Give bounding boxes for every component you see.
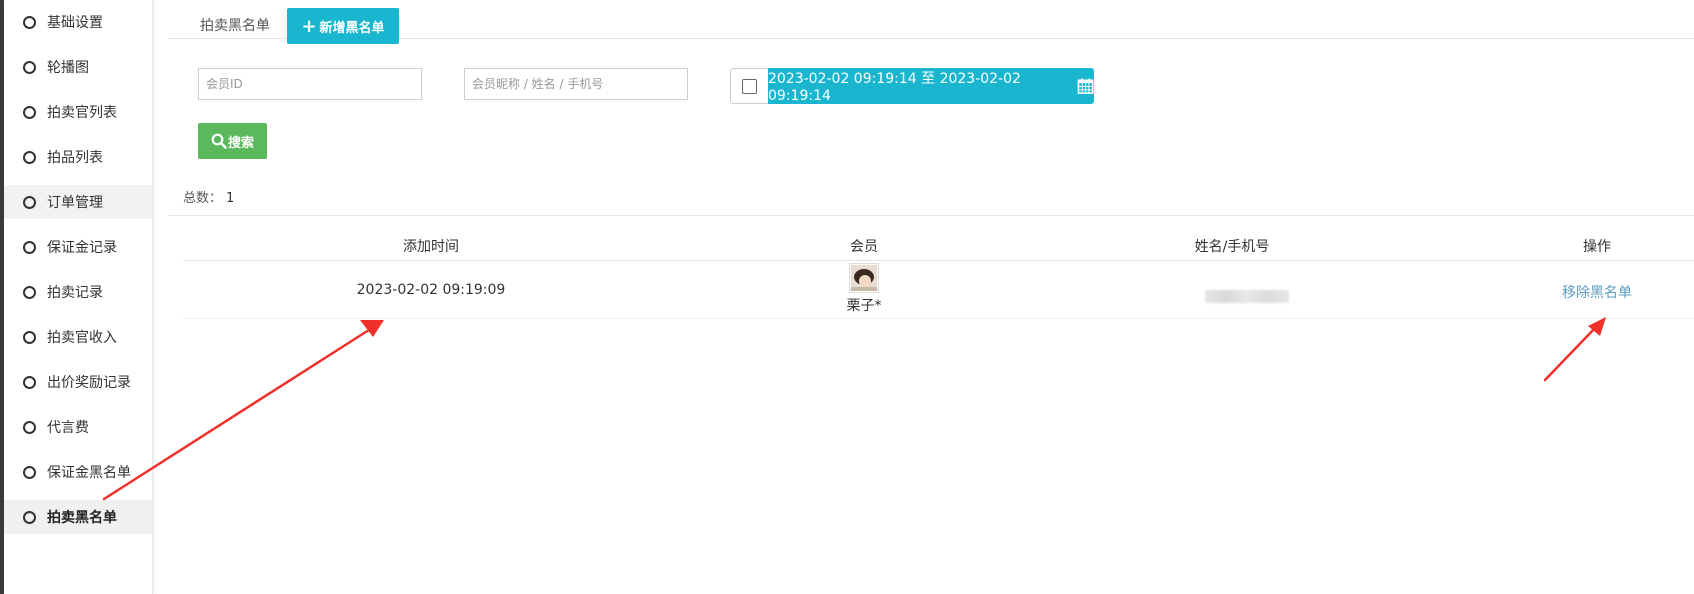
circle-icon <box>23 375 36 389</box>
sidebar-item-label: 代言费 <box>47 420 89 436</box>
circle-icon <box>23 465 36 479</box>
column-header-added-time: 添加时间 <box>403 239 459 255</box>
total-value: 1 <box>226 191 235 206</box>
circle-icon <box>23 60 36 74</box>
circle-icon <box>23 15 36 29</box>
sidebar-item-deposit-blacklist[interactable]: 保证金黑名单 <box>4 455 152 489</box>
divider <box>168 215 1694 216</box>
sidebar-item-label: 拍卖记录 <box>47 285 103 301</box>
add-blacklist-label: 新增黑名单 <box>319 20 385 36</box>
column-header-actions: 操作 <box>1583 239 1611 255</box>
sidebar-item-deposit-records[interactable]: 保证金记录 <box>4 230 152 264</box>
calendar-icon <box>1077 78 1094 94</box>
circle-icon <box>23 195 36 209</box>
date-filter-toggle[interactable] <box>730 68 768 104</box>
member-name-cell: 栗子* <box>846 298 882 314</box>
sidebar-item-label: 订单管理 <box>47 195 103 211</box>
sidebar-item-label: 拍卖黑名单 <box>47 510 117 526</box>
column-header-member: 会员 <box>850 239 878 255</box>
date-range-picker[interactable]: 2023-02-02 09:19:14 至 2023-02-02 09:19:1… <box>768 68 1094 104</box>
column-header-name-phone: 姓名/手机号 <box>1194 239 1270 255</box>
sidebar-item-label: 出价奖励记录 <box>47 375 131 391</box>
table-row: 2023-02-02 09:19:09 栗子* 移除黑名单 <box>183 261 1694 319</box>
table-header: 添加时间 会员 姓名/手机号 操作 <box>183 228 1694 261</box>
circle-icon <box>23 510 36 524</box>
plus-icon: + <box>301 15 317 37</box>
search-icon <box>211 133 227 149</box>
sidebar: 基础设置 轮播图 拍卖官列表 拍品列表 订单管理 保证金记录 拍卖记录 拍卖官收… <box>4 0 153 594</box>
sidebar-item-auctioneer-list[interactable]: 拍卖官列表 <box>4 95 152 129</box>
main-content: 拍卖黑名单 + 新增黑名单 2023-02-02 09:19:14 至 2023… <box>168 0 1694 594</box>
sidebar-item-auction-records[interactable]: 拍卖记录 <box>4 275 152 309</box>
sidebar-item-label: 保证金记录 <box>47 240 117 256</box>
add-blacklist-button[interactable]: + 新增黑名单 <box>287 8 399 44</box>
member-id-input[interactable] <box>198 68 422 100</box>
avatar <box>849 263 879 293</box>
sidebar-item-label: 拍品列表 <box>47 150 103 166</box>
sidebar-item-auctioneer-income[interactable]: 拍卖官收入 <box>4 320 152 354</box>
search-button[interactable]: 搜索 <box>198 123 267 159</box>
sidebar-item-label: 拍卖官列表 <box>47 105 117 121</box>
sidebar-item-label: 保证金黑名单 <box>47 465 131 481</box>
checkbox[interactable] <box>742 78 757 94</box>
total-count: 总数： 1 <box>183 187 234 206</box>
tab-auction-blacklist[interactable]: 拍卖黑名单 <box>200 15 270 35</box>
sidebar-item-label: 拍卖官收入 <box>47 330 117 346</box>
sidebar-item-carousel[interactable]: 轮播图 <box>4 50 152 84</box>
total-label: 总数： <box>183 191 223 206</box>
sidebar-item-endorsement-fee[interactable]: 代言费 <box>4 410 152 444</box>
sidebar-item-auction-blacklist[interactable]: 拍卖黑名单 <box>4 500 152 534</box>
sidebar-item-label: 基础设置 <box>47 15 103 31</box>
sidebar-item-bid-reward-records[interactable]: 出价奖励记录 <box>4 365 152 399</box>
circle-icon <box>23 420 36 434</box>
member-search-input[interactable] <box>464 68 688 100</box>
circle-icon <box>23 150 36 164</box>
circle-icon <box>23 285 36 299</box>
sidebar-item-label: 轮播图 <box>47 60 89 76</box>
redacted-name-phone <box>1205 290 1289 303</box>
circle-icon <box>23 330 36 344</box>
sidebar-item-lot-list[interactable]: 拍品列表 <box>4 140 152 174</box>
sidebar-item-basic-settings[interactable]: 基础设置 <box>4 5 152 39</box>
circle-icon <box>23 105 36 119</box>
added-time-cell: 2023-02-02 09:19:09 <box>356 282 506 298</box>
avatar-image <box>851 265 877 291</box>
search-label: 搜索 <box>227 135 254 151</box>
circle-icon <box>23 240 36 254</box>
tab-bar: 拍卖黑名单 + 新增黑名单 <box>168 0 1694 44</box>
sidebar-item-order-management[interactable]: 订单管理 <box>4 185 152 219</box>
remove-blacklist-link[interactable]: 移除黑名单 <box>1562 282 1632 302</box>
date-range-text: 2023-02-02 09:19:14 至 2023-02-02 09:19:1… <box>768 71 1021 104</box>
